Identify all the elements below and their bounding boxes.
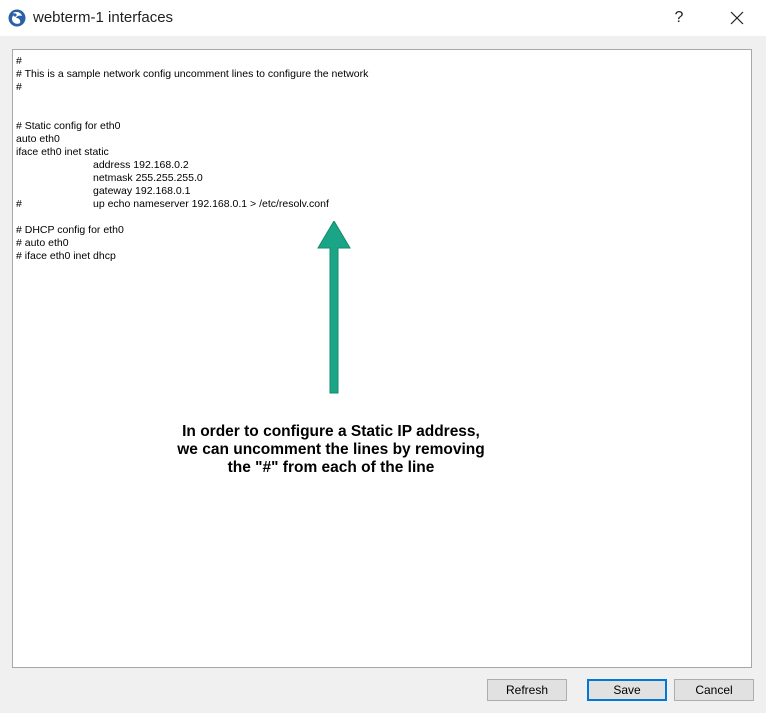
line-text: gateway 192.168.0.1 [93, 185, 191, 197]
annotation-line-3: the "#" from each of the line [227, 459, 435, 476]
editor-line: # Static config for eth0 [16, 120, 368, 133]
editor-line: # up echo nameserver 192.168.0.1 > /etc/r… [16, 198, 368, 211]
editor-line: # [16, 55, 368, 68]
line-text: # [16, 81, 22, 93]
line-text: netmask 255.255.255.0 [93, 172, 203, 184]
editor-line: address 192.168.0.2 [16, 159, 368, 172]
line-prefix: # [16, 198, 22, 210]
dialog-window: webterm-1 interfaces ? # # This is a samp… [0, 0, 766, 713]
refresh-button[interactable]: Refresh [487, 679, 567, 701]
config-text-editor[interactable]: # # This is a sample network config uncom… [12, 49, 752, 668]
annotation-line-1: In order to configure a Static IP addres… [182, 423, 480, 440]
window-title: webterm-1 interfaces [33, 9, 174, 26]
editor-line: # This is a sample network config uncomm… [16, 68, 368, 81]
close-icon [730, 11, 744, 25]
line-text: address 192.168.0.2 [93, 159, 189, 171]
app-icon [7, 8, 27, 28]
editor-line: # [16, 81, 368, 94]
editor-line: netmask 255.255.255.0 [16, 172, 368, 185]
title-bar: webterm-1 interfaces ? [0, 0, 766, 36]
close-button[interactable] [714, 0, 760, 36]
annotation-line-2: we can uncomment the lines by removing [177, 441, 485, 458]
line-text: # This is a sample network config uncomm… [16, 68, 369, 80]
line-text: # auto eth0 [16, 237, 69, 249]
help-button[interactable]: ? [660, 0, 698, 36]
editor-line: iface eth0 inet static [16, 146, 368, 159]
annotation-text: In order to configure a Static IP addres… [161, 423, 501, 477]
editor-line: gateway 192.168.0.1 [16, 185, 368, 198]
editor-line [16, 107, 368, 120]
cancel-button[interactable]: Cancel [674, 679, 754, 701]
line-text: up echo nameserver 192.168.0.1 > /etc/re… [93, 198, 329, 210]
up-arrow-icon [317, 221, 351, 394]
editor-line [16, 94, 368, 107]
line-text: # Static config for eth0 [16, 120, 121, 132]
line-text: # iface eth0 inet dhcp [16, 250, 116, 262]
line-text: iface eth0 inet static [16, 146, 109, 158]
save-button[interactable]: Save [587, 679, 667, 701]
line-text: # DHCP config for eth0 [16, 224, 124, 236]
editor-line: auto eth0 [16, 133, 368, 146]
line-text: auto eth0 [16, 133, 60, 145]
line-text: # [16, 55, 22, 67]
